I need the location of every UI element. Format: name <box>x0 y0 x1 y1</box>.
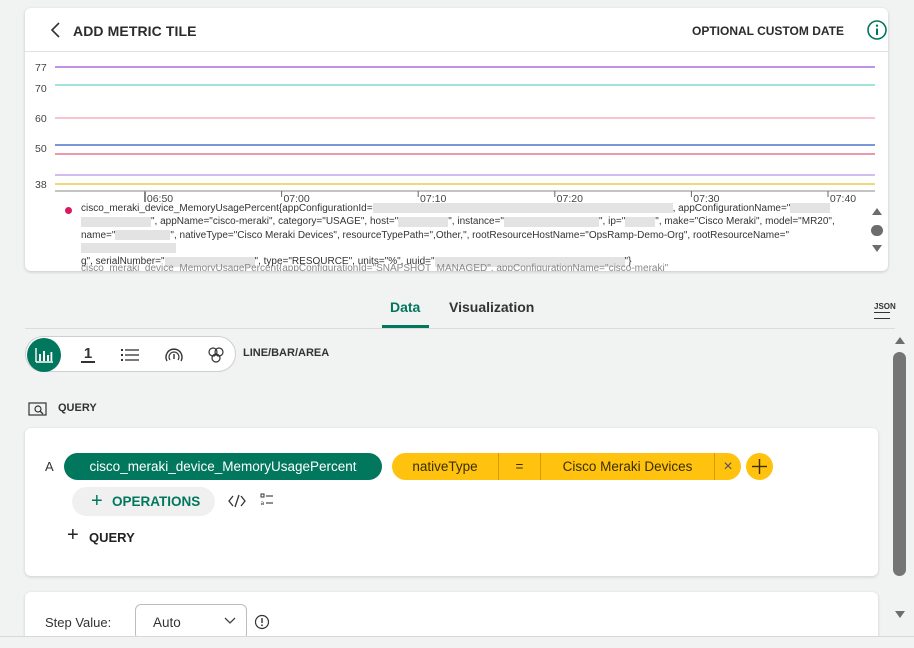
line-chart: 38 50 60 70 77 06:50 07:00 07:10 07:20 07:30 07:40 <box>35 62 875 202</box>
filter-operator[interactable]: = <box>499 453 540 480</box>
query-icon <box>28 402 47 416</box>
y-tick-label: 70 <box>35 83 47 95</box>
x-tick-label: 07:40 <box>830 193 856 202</box>
legend-entry-next[interactable]: cisco_meraki_device_MemoryUsagePercent{a… <box>81 262 865 271</box>
back-arrow-icon[interactable] <box>47 20 67 40</box>
add-query-label: QUERY <box>89 530 135 545</box>
x-tick-label: 07:00 <box>283 193 309 202</box>
tile-header: ADD METRIC TILE OPTIONAL CUSTOM DATE <box>25 8 888 52</box>
honeycomb-icon <box>208 347 224 363</box>
divider <box>25 328 895 329</box>
scroll-thumb[interactable] <box>893 352 906 576</box>
scroll-down-arrow-icon[interactable] <box>895 611 905 618</box>
redacted-value <box>398 216 449 227</box>
list-view-button[interactable] <box>120 346 140 364</box>
info-icon[interactable] <box>866 19 888 41</box>
metric-selector[interactable]: cisco_meraki_device_MemoryUsagePercent <box>64 453 382 480</box>
x-tick-label: 06:50 <box>147 193 173 202</box>
line-bar-area-chart-button[interactable] <box>27 338 61 372</box>
step-value-label: Step Value: <box>45 615 112 630</box>
legend-entry[interactable]: cisco_meraki_device_MemoryUsagePercent{a… <box>81 202 865 268</box>
y-tick-label: 60 <box>35 113 47 125</box>
y-tick-label: 50 <box>35 143 47 155</box>
y-tick-label: 38 <box>35 179 47 191</box>
step-value-select[interactable]: Auto <box>135 604 247 640</box>
tab-data[interactable]: Data <box>390 299 420 315</box>
filter-value[interactable]: Cisco Meraki Devices <box>541 453 714 480</box>
visualization-type-selector: 1 <box>25 336 236 372</box>
label-filter: nativeType = Cisco Meraki Devices × <box>392 453 741 480</box>
visualization-type-label: LINE/BAR/AREA <box>243 347 330 359</box>
list-icon <box>121 349 139 361</box>
page-title: ADD METRIC TILE <box>73 23 197 39</box>
redacted-value <box>790 203 831 214</box>
scroll-down-arrow-icon[interactable] <box>872 245 882 252</box>
redacted-value <box>115 229 171 240</box>
query-letter: A <box>45 459 54 474</box>
bottom-bar <box>0 636 914 648</box>
gauge-icon <box>165 348 183 362</box>
operations-button[interactable]: + OPERATIONS <box>72 487 215 516</box>
step-value-selected: Auto <box>153 615 181 630</box>
add-filter-button[interactable] <box>746 453 773 480</box>
redacted-value <box>81 243 176 254</box>
redacted-value <box>372 203 673 214</box>
legend-metric-name: cisco_meraki_device_MemoryUsagePercent <box>81 203 279 214</box>
step-info-icon[interactable] <box>254 614 270 630</box>
chart-preview-card: ADD METRIC TILE OPTIONAL CUSTOM DATE 38 5… <box>25 8 888 271</box>
scroll-thumb[interactable] <box>871 225 883 236</box>
editor-tabs: Data Visualization <box>0 287 914 329</box>
redacted-value <box>81 216 151 227</box>
honeycomb-button[interactable] <box>206 346 226 364</box>
json-label: JSON <box>874 302 896 311</box>
single-value-icon: 1 <box>80 346 96 363</box>
tab-visualization[interactable]: Visualization <box>449 299 534 315</box>
plus-icon: + <box>91 490 103 512</box>
x-tick-label: 07:20 <box>557 193 583 202</box>
svg-text:a: a <box>261 500 265 507</box>
x-tick-label: 07:30 <box>693 193 719 202</box>
operations-label: OPERATIONS <box>112 494 201 509</box>
legend-format-icon[interactable]: a <box>260 493 274 507</box>
bar-chart-icon <box>35 348 53 363</box>
query-card: A cisco_meraki_device_MemoryUsagePercent… <box>25 428 878 576</box>
y-tick-label: 77 <box>35 62 47 74</box>
redacted-value <box>625 216 656 227</box>
x-tick-label: 07:10 <box>420 193 446 202</box>
chevron-down-icon <box>224 617 236 624</box>
json-view-button[interactable]: JSON <box>874 303 896 319</box>
json-lines-icon <box>874 312 890 319</box>
scroll-up-arrow-icon[interactable] <box>872 208 882 215</box>
remove-filter-icon[interactable]: × <box>715 453 741 480</box>
chart-legend: cisco_meraki_device_MemoryUsagePercent{a… <box>65 202 865 271</box>
legend-scrollbar[interactable] <box>870 208 884 260</box>
single-value-button[interactable]: 1 <box>78 346 98 364</box>
query-section-title: QUERY <box>58 402 97 414</box>
legend-series-dot <box>65 207 72 214</box>
optional-custom-date-button[interactable]: OPTIONAL CUSTOM DATE <box>692 24 844 38</box>
code-icon[interactable] <box>228 493 246 509</box>
redacted-value <box>503 216 599 227</box>
plus-icon: + <box>67 524 79 546</box>
gauge-button[interactable] <box>164 346 184 364</box>
plus-icon <box>752 459 767 474</box>
scroll-up-arrow-icon[interactable] <box>895 337 905 344</box>
filter-key[interactable]: nativeType <box>392 453 498 480</box>
panel-scrollbar[interactable] <box>892 333 908 623</box>
